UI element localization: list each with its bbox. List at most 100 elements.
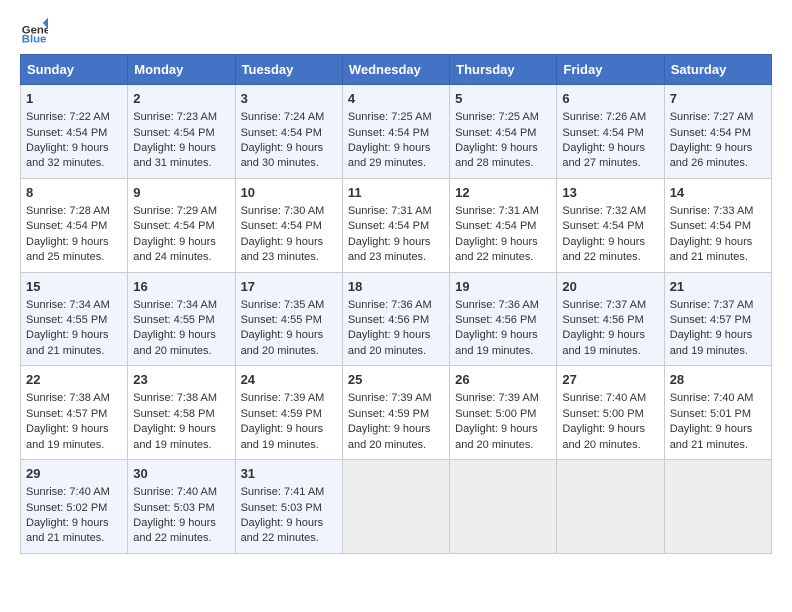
day-info-line: Sunset: 4:57 PM — [26, 407, 122, 422]
day-info-line: Daylight: 9 hours — [348, 141, 444, 156]
day-info-line: Daylight: 9 hours — [348, 235, 444, 250]
day-info-line: Sunrise: 7:22 AM — [26, 110, 122, 125]
day-info-line: Sunset: 4:59 PM — [348, 407, 444, 422]
day-cell: 31Sunrise: 7:41 AMSunset: 5:03 PMDayligh… — [235, 460, 342, 554]
day-number: 21 — [670, 278, 766, 296]
day-info-line: Sunrise: 7:24 AM — [241, 110, 337, 125]
header-cell-sunday: Sunday — [21, 55, 128, 85]
day-info-line: Sunrise: 7:33 AM — [670, 204, 766, 219]
day-cell: 14Sunrise: 7:33 AMSunset: 4:54 PMDayligh… — [664, 178, 771, 272]
day-cell: 18Sunrise: 7:36 AMSunset: 4:56 PMDayligh… — [342, 272, 449, 366]
day-cell: 17Sunrise: 7:35 AMSunset: 4:55 PMDayligh… — [235, 272, 342, 366]
day-info-line: and 19 minutes. — [562, 344, 658, 359]
day-number: 6 — [562, 90, 658, 108]
day-info-line: and 26 minutes. — [670, 156, 766, 171]
day-info-line: Sunrise: 7:41 AM — [241, 485, 337, 500]
day-info-line: Sunset: 4:59 PM — [241, 407, 337, 422]
day-info-line: and 22 minutes. — [241, 531, 337, 546]
day-info-line: and 21 minutes. — [26, 531, 122, 546]
day-info-line: Daylight: 9 hours — [670, 328, 766, 343]
day-info-line: and 23 minutes. — [241, 250, 337, 265]
day-info-line: Sunrise: 7:26 AM — [562, 110, 658, 125]
day-info-line: and 22 minutes. — [562, 250, 658, 265]
day-info-line: and 21 minutes. — [670, 438, 766, 453]
day-info-line: Sunrise: 7:40 AM — [670, 391, 766, 406]
day-number: 28 — [670, 371, 766, 389]
day-number: 2 — [133, 90, 229, 108]
day-info-line: and 20 minutes. — [348, 344, 444, 359]
day-cell: 7Sunrise: 7:27 AMSunset: 4:54 PMDaylight… — [664, 85, 771, 179]
day-cell: 8Sunrise: 7:28 AMSunset: 4:54 PMDaylight… — [21, 178, 128, 272]
day-number: 8 — [26, 184, 122, 202]
day-info-line: Sunset: 4:54 PM — [241, 219, 337, 234]
day-info-line: Sunset: 4:54 PM — [26, 219, 122, 234]
day-info-line: Sunset: 4:54 PM — [670, 126, 766, 141]
day-info-line: Daylight: 9 hours — [348, 328, 444, 343]
page-header: General Blue — [20, 16, 772, 44]
day-number: 22 — [26, 371, 122, 389]
day-info-line: Sunrise: 7:40 AM — [133, 485, 229, 500]
day-info-line: Daylight: 9 hours — [670, 141, 766, 156]
day-info-line: Sunrise: 7:25 AM — [455, 110, 551, 125]
day-number: 1 — [26, 90, 122, 108]
day-info-line: Daylight: 9 hours — [26, 516, 122, 531]
day-cell: 26Sunrise: 7:39 AMSunset: 5:00 PMDayligh… — [450, 366, 557, 460]
day-info-line: Sunrise: 7:40 AM — [26, 485, 122, 500]
day-info-line: Sunrise: 7:38 AM — [26, 391, 122, 406]
day-info-line: and 20 minutes. — [241, 344, 337, 359]
day-number: 20 — [562, 278, 658, 296]
calendar-header: SundayMondayTuesdayWednesdayThursdayFrid… — [21, 55, 772, 85]
day-info-line: and 31 minutes. — [133, 156, 229, 171]
day-cell: 21Sunrise: 7:37 AMSunset: 4:57 PMDayligh… — [664, 272, 771, 366]
day-info-line: Sunset: 5:03 PM — [133, 501, 229, 516]
day-info-line: and 20 minutes. — [348, 438, 444, 453]
day-cell — [557, 460, 664, 554]
day-number: 13 — [562, 184, 658, 202]
calendar-body: 1Sunrise: 7:22 AMSunset: 4:54 PMDaylight… — [21, 85, 772, 554]
day-number: 26 — [455, 371, 551, 389]
day-number: 11 — [348, 184, 444, 202]
day-info-line: Daylight: 9 hours — [133, 141, 229, 156]
day-info-line: Daylight: 9 hours — [241, 235, 337, 250]
day-info-line: Sunset: 5:00 PM — [455, 407, 551, 422]
day-cell: 3Sunrise: 7:24 AMSunset: 4:54 PMDaylight… — [235, 85, 342, 179]
day-info-line: and 19 minutes. — [241, 438, 337, 453]
day-info-line: Sunset: 4:54 PM — [455, 126, 551, 141]
day-cell: 28Sunrise: 7:40 AMSunset: 5:01 PMDayligh… — [664, 366, 771, 460]
day-info-line: Sunset: 4:55 PM — [26, 313, 122, 328]
logo: General Blue — [20, 16, 54, 44]
day-info-line: Sunrise: 7:23 AM — [133, 110, 229, 125]
day-cell: 27Sunrise: 7:40 AMSunset: 5:00 PMDayligh… — [557, 366, 664, 460]
day-number: 17 — [241, 278, 337, 296]
day-number: 29 — [26, 465, 122, 483]
day-info-line: and 22 minutes. — [455, 250, 551, 265]
day-info-line: and 29 minutes. — [348, 156, 444, 171]
day-info-line: Sunset: 4:54 PM — [348, 219, 444, 234]
day-cell — [664, 460, 771, 554]
day-info-line: Sunset: 4:54 PM — [348, 126, 444, 141]
day-info-line: and 30 minutes. — [241, 156, 337, 171]
day-info-line: and 20 minutes. — [562, 438, 658, 453]
day-info-line: Sunset: 5:00 PM — [562, 407, 658, 422]
day-number: 18 — [348, 278, 444, 296]
day-info-line: Sunrise: 7:39 AM — [241, 391, 337, 406]
header-cell-thursday: Thursday — [450, 55, 557, 85]
day-info-line: Daylight: 9 hours — [133, 516, 229, 531]
day-info-line: and 25 minutes. — [26, 250, 122, 265]
week-row-1: 1Sunrise: 7:22 AMSunset: 4:54 PMDaylight… — [21, 85, 772, 179]
day-info-line: Sunset: 4:56 PM — [455, 313, 551, 328]
day-info-line: Daylight: 9 hours — [26, 235, 122, 250]
day-info-line: Sunset: 4:54 PM — [455, 219, 551, 234]
day-info-line: Sunrise: 7:27 AM — [670, 110, 766, 125]
day-cell: 24Sunrise: 7:39 AMSunset: 4:59 PMDayligh… — [235, 366, 342, 460]
day-number: 16 — [133, 278, 229, 296]
day-number: 14 — [670, 184, 766, 202]
day-info-line: Daylight: 9 hours — [562, 422, 658, 437]
day-info-line: Daylight: 9 hours — [562, 328, 658, 343]
day-info-line: Sunrise: 7:38 AM — [133, 391, 229, 406]
day-cell — [450, 460, 557, 554]
day-cell: 11Sunrise: 7:31 AMSunset: 4:54 PMDayligh… — [342, 178, 449, 272]
day-info-line: Sunrise: 7:29 AM — [133, 204, 229, 219]
day-info-line: and 21 minutes. — [26, 344, 122, 359]
day-info-line: Sunrise: 7:25 AM — [348, 110, 444, 125]
